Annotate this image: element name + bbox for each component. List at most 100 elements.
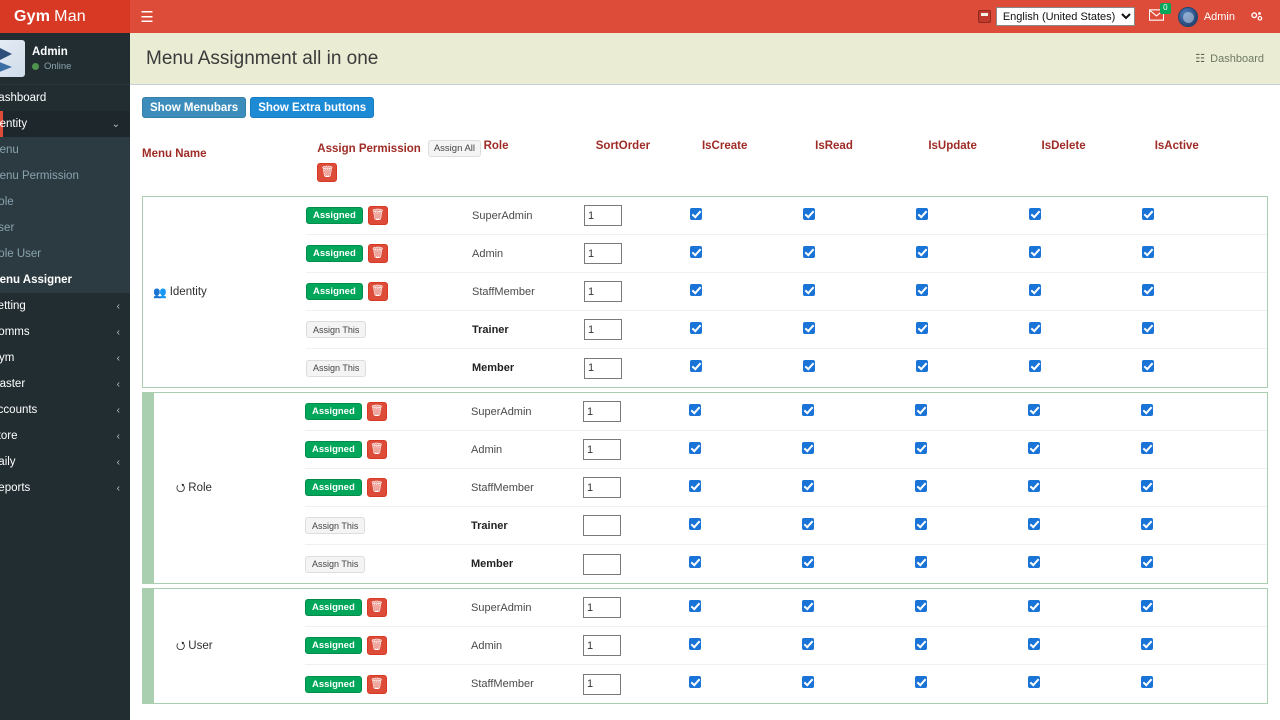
is-delete-checkbox[interactable] bbox=[1028, 479, 1040, 492]
sidebar-item-master[interactable]: Master ‹ bbox=[0, 371, 130, 397]
is-delete-checkbox[interactable] bbox=[1028, 637, 1040, 650]
is-read-checkbox[interactable] bbox=[802, 441, 814, 454]
sidebar-item-setting[interactable]: Setting ‹ bbox=[0, 293, 130, 319]
is-active-checkbox[interactable] bbox=[1141, 556, 1153, 568]
sort-order-input[interactable] bbox=[583, 515, 621, 536]
unassign-delete-button[interactable]: 🗑 bbox=[367, 282, 388, 301]
breadcrumb-dashboard-link[interactable]: Dashboard bbox=[1210, 53, 1264, 65]
sidebar-item-daily[interactable]: Daily ‹ bbox=[0, 449, 130, 475]
unassign-delete-button[interactable]: 🗑 bbox=[366, 674, 387, 694]
is-create-checkbox[interactable] bbox=[690, 360, 702, 372]
is-create-checkbox[interactable] bbox=[689, 517, 701, 530]
is-read-checkbox[interactable] bbox=[803, 283, 815, 296]
unassign-delete-button[interactable]: 🗑 bbox=[366, 636, 387, 655]
is-delete-checkbox[interactable] bbox=[1029, 360, 1041, 372]
is-active-checkbox[interactable] bbox=[1141, 441, 1153, 454]
assigned-button[interactable]: Assigned bbox=[306, 283, 363, 300]
is-delete-checkbox[interactable] bbox=[1029, 245, 1041, 258]
sort-order-input[interactable] bbox=[583, 439, 621, 460]
sort-order-input[interactable] bbox=[584, 205, 622, 226]
language-select[interactable]: English (United States) bbox=[995, 7, 1135, 26]
sidebar-item-user[interactable]: User bbox=[0, 215, 130, 241]
assign-this-button[interactable]: Assign This bbox=[306, 321, 367, 338]
sort-order-input[interactable] bbox=[584, 281, 622, 302]
sort-order-input[interactable] bbox=[583, 477, 621, 498]
unassign-delete-button[interactable]: 🗑 bbox=[366, 478, 387, 497]
is-delete-checkbox[interactable] bbox=[1029, 207, 1041, 220]
unassign-delete-button[interactable]: 🗑 bbox=[366, 402, 387, 421]
sidebar-item-store[interactable]: Store ‹ bbox=[0, 423, 130, 449]
assign-this-button[interactable]: Assign This bbox=[305, 517, 366, 534]
is-create-checkbox[interactable] bbox=[689, 479, 701, 492]
is-create-checkbox[interactable] bbox=[690, 283, 702, 296]
is-active-checkbox[interactable] bbox=[1142, 245, 1154, 258]
assigned-button[interactable]: Assigned bbox=[305, 637, 362, 654]
assigned-button[interactable]: Assigned bbox=[305, 599, 362, 616]
sidebar-item-dashboard[interactable]: Dashboard bbox=[0, 85, 130, 111]
is-update-checkbox[interactable] bbox=[915, 637, 927, 650]
is-read-checkbox[interactable] bbox=[802, 479, 814, 492]
is-update-checkbox[interactable] bbox=[916, 207, 928, 220]
is-update-checkbox[interactable] bbox=[915, 517, 927, 530]
is-update-checkbox[interactable] bbox=[915, 599, 927, 612]
sidebar-item-gym[interactable]: Gym ‹ bbox=[0, 345, 130, 371]
sort-order-input[interactable] bbox=[583, 553, 621, 575]
is-delete-checkbox[interactable] bbox=[1028, 403, 1040, 416]
is-read-checkbox[interactable] bbox=[802, 403, 814, 416]
is-update-checkbox[interactable] bbox=[915, 479, 927, 492]
sort-order-input[interactable] bbox=[584, 357, 622, 379]
is-read-checkbox[interactable] bbox=[803, 245, 815, 258]
sort-order-input[interactable] bbox=[584, 319, 622, 340]
delete-all-button[interactable]: 🗑 bbox=[317, 163, 338, 182]
assign-all-button[interactable]: Assign All bbox=[427, 140, 482, 157]
sidebar-item-comms[interactable]: Comms ‹ bbox=[0, 319, 130, 345]
unassign-delete-button[interactable]: 🗑 bbox=[366, 440, 387, 459]
is-active-checkbox[interactable] bbox=[1141, 479, 1153, 492]
assigned-button[interactable]: Assigned bbox=[305, 403, 362, 420]
is-active-checkbox[interactable] bbox=[1141, 599, 1153, 612]
is-update-checkbox[interactable] bbox=[916, 360, 928, 372]
assign-this-button[interactable]: Assign This bbox=[306, 359, 367, 377]
is-create-checkbox[interactable] bbox=[690, 207, 702, 220]
show-menubars-button[interactable]: Show Menubars bbox=[142, 97, 247, 118]
sidebar-item-role-user[interactable]: Role User bbox=[0, 241, 130, 267]
is-read-checkbox[interactable] bbox=[803, 321, 815, 334]
show-extra-buttons-button[interactable]: Show Extra buttons bbox=[250, 97, 375, 118]
assign-this-button[interactable]: Assign This bbox=[305, 555, 366, 573]
is-delete-checkbox[interactable] bbox=[1028, 441, 1040, 454]
is-create-checkbox[interactable] bbox=[689, 637, 701, 650]
is-active-checkbox[interactable] bbox=[1142, 283, 1154, 296]
is-create-checkbox[interactable] bbox=[690, 245, 702, 258]
unassign-delete-button[interactable]: 🗑 bbox=[367, 244, 388, 263]
sidebar-user-panel[interactable]: Admin Online bbox=[0, 33, 130, 85]
sort-order-input[interactable] bbox=[583, 673, 621, 695]
user-menu[interactable]: Admin bbox=[1171, 0, 1242, 33]
is-active-checkbox[interactable] bbox=[1141, 517, 1153, 530]
assigned-button[interactable]: Assigned bbox=[306, 207, 363, 224]
gear-icon[interactable] bbox=[1242, 0, 1270, 33]
unassign-delete-button[interactable]: 🗑 bbox=[367, 206, 388, 225]
language-selector[interactable]: English (United States) bbox=[971, 0, 1142, 33]
is-read-checkbox[interactable] bbox=[803, 207, 815, 220]
is-delete-checkbox[interactable] bbox=[1029, 283, 1041, 296]
is-create-checkbox[interactable] bbox=[689, 599, 701, 612]
is-update-checkbox[interactable] bbox=[915, 676, 927, 688]
sidebar-item-menu-permission[interactable]: Menu Permission bbox=[0, 163, 130, 189]
assigned-button[interactable]: Assigned bbox=[305, 479, 362, 496]
sidebar-item-accounts[interactable]: Accounts ‹ bbox=[0, 397, 130, 423]
assigned-button[interactable]: Assigned bbox=[305, 675, 362, 693]
brand-logo[interactable]: Gym Man bbox=[0, 0, 130, 33]
sort-order-input[interactable] bbox=[584, 243, 622, 264]
is-create-checkbox[interactable] bbox=[689, 441, 701, 454]
is-read-checkbox[interactable] bbox=[802, 517, 814, 530]
is-delete-checkbox[interactable] bbox=[1028, 556, 1040, 568]
is-create-checkbox[interactable] bbox=[690, 321, 702, 334]
is-update-checkbox[interactable] bbox=[916, 321, 928, 334]
hamburger-icon[interactable]: ☰ bbox=[130, 0, 164, 33]
is-active-checkbox[interactable] bbox=[1142, 360, 1154, 372]
is-active-checkbox[interactable] bbox=[1142, 321, 1154, 334]
is-create-checkbox[interactable] bbox=[689, 556, 701, 568]
sidebar-item-role[interactable]: Role bbox=[0, 189, 130, 215]
sidebar-item-menu-assigner[interactable]: Menu Assigner bbox=[0, 267, 130, 293]
is-delete-checkbox[interactable] bbox=[1029, 321, 1041, 334]
